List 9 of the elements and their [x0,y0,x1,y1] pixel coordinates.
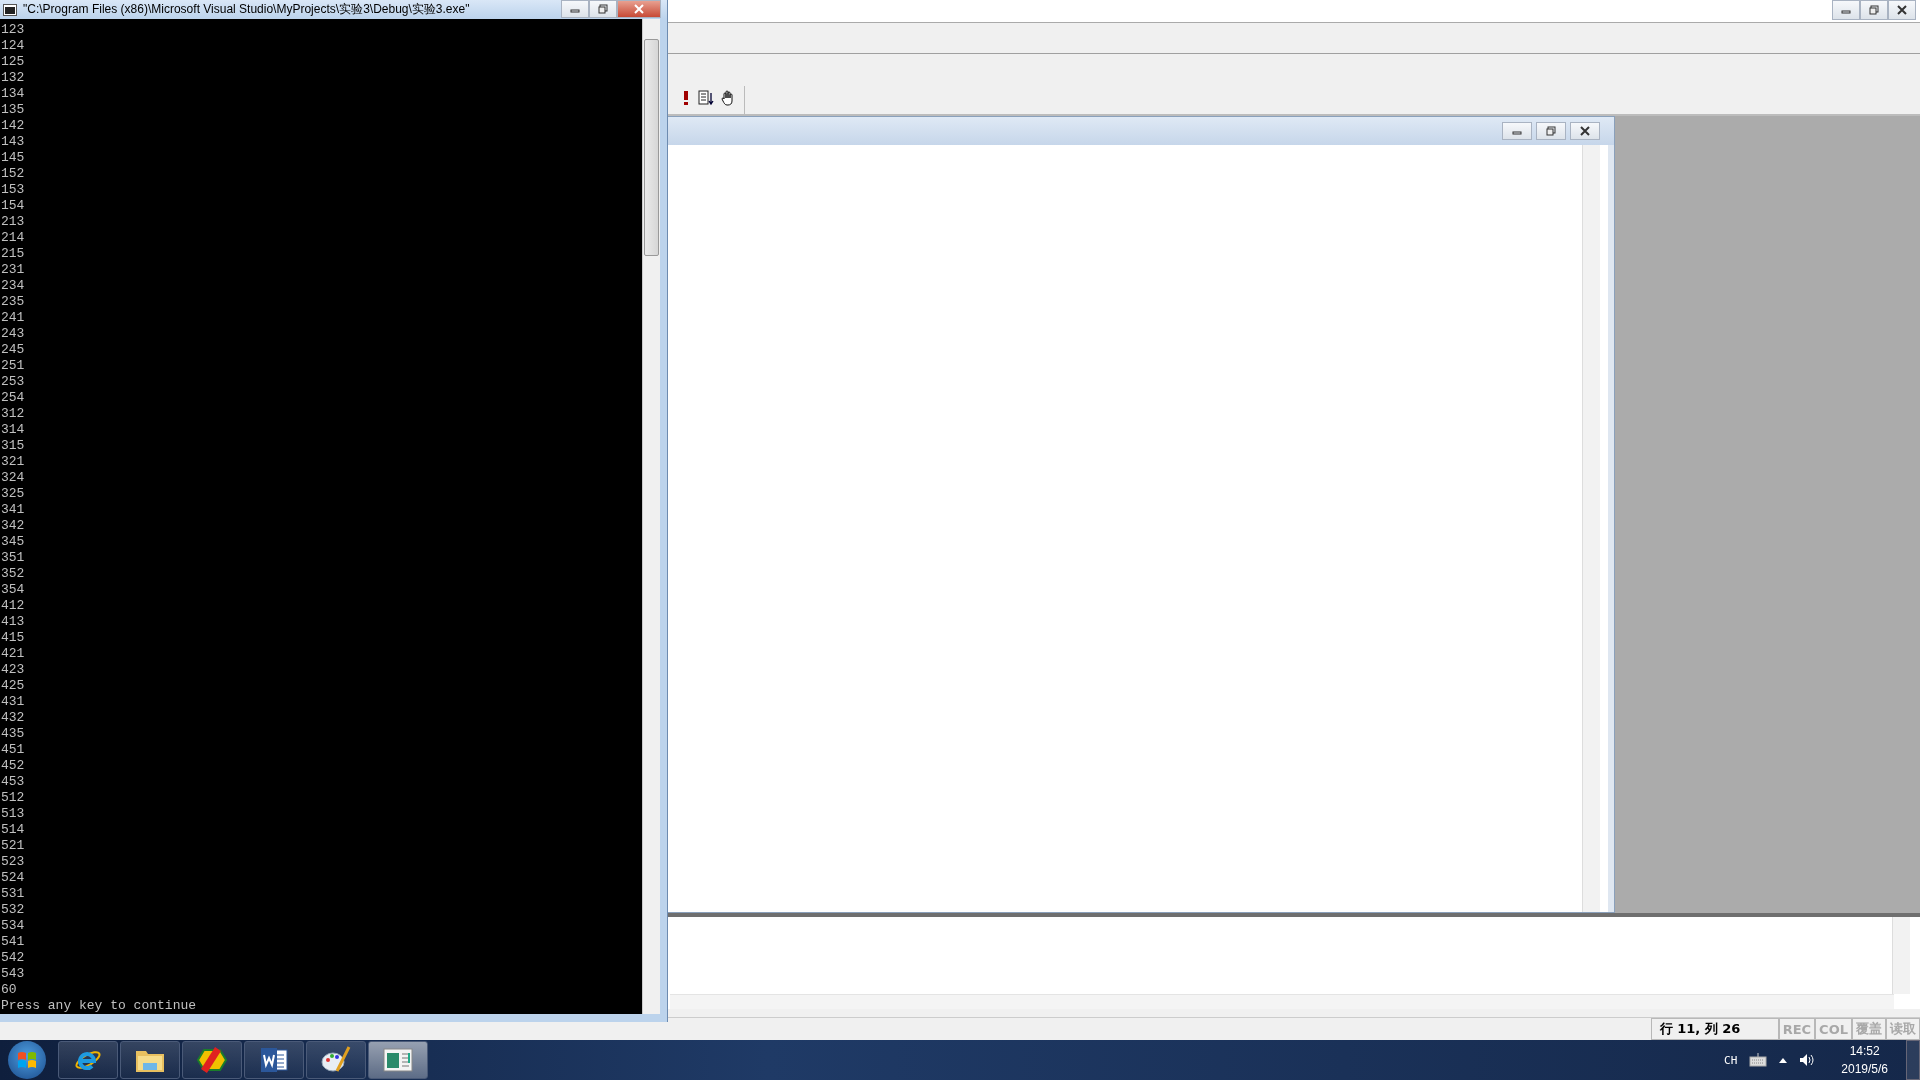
window-title: "C:\Program Files (x86)\Microsoft Visual Studio\MyProjects\实验3\Debug\实验3.exe" [23,1,471,18]
console-output: 123 124 125 132 134 135 142 143 145 152 153 154 213 214 215 231 234 235 241 243 245 251 253 254 312 314 315 321 324 325 341 342 345 351 352 354 412 413 415 421 423 425 431 432 435 451 452 453 512 513 514 521 523 524 531 532 534 541 542 543 60 Press any key to continue [0,21,198,1014]
cursor-position: 行 11, 列 26 [1650,1018,1779,1040]
clock-time: 14:52 [1849,1043,1880,1060]
status-indicator: 读取 [1886,1018,1920,1040]
status-indicator: COL [1815,1018,1852,1040]
clock-date: 2019/5/6 [1841,1061,1888,1078]
status-indicator: 覆盖 [1852,1018,1886,1040]
status-indicator: REC [1778,1018,1816,1040]
